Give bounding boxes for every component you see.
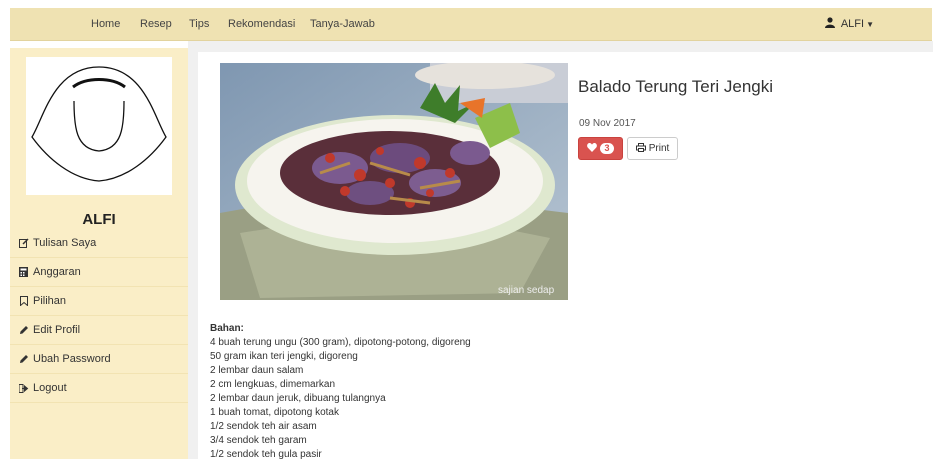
pencil-icon: [18, 325, 29, 335]
print-icon: [635, 142, 646, 155]
sidebar-item-edit-profil[interactable]: Edit Profil: [10, 316, 188, 345]
edit-icon: [18, 238, 29, 248]
print-button[interactable]: Print: [627, 137, 678, 160]
ingredient-line: 1/2 sendok teh gula pasir: [210, 449, 322, 459]
nav-resep[interactable]: Resep: [140, 18, 172, 30]
ingredient-line: 2 cm lengkuas, dimemarkan: [210, 379, 336, 390]
sidebar-menu: Tulisan Saya Anggaran Pilihan Edit Profi…: [10, 229, 188, 403]
sidebar-item-label: Anggaran: [33, 266, 81, 278]
profile-name: ALFI: [82, 211, 116, 228]
recipe-photo: sajian sedap: [220, 63, 568, 300]
avatar: [26, 57, 172, 195]
nav-rekomendasi[interactable]: Rekomendasi: [228, 18, 295, 30]
top-navbar: Home Resep Tips Rekomendasi Tanya-Jawab …: [10, 8, 932, 41]
ingredient-line: 1 buah tomat, dipotong kotak: [210, 407, 339, 418]
user-menu-label: ALFI: [840, 18, 865, 30]
recipe-title: Balado Terung Teri Jengki: [578, 77, 774, 96]
recipe-date: 09 Nov 2017: [579, 118, 636, 129]
ingredient-line: 3/4 sendok teh garam: [210, 435, 307, 446]
heart-icon: [587, 142, 598, 155]
sidebar-item-label: Tulisan Saya: [33, 237, 97, 249]
sidebar-item-ubah-password[interactable]: Ubah Password: [10, 345, 188, 374]
pencil-icon: [18, 354, 29, 364]
sidebar-item-tulisan-saya[interactable]: Tulisan Saya: [10, 229, 188, 258]
nav-tips[interactable]: Tips: [189, 18, 209, 30]
ingredient-line: 1/2 sendok teh air asam: [210, 421, 317, 432]
nav-tanya-jawab[interactable]: Tanya-Jawab: [310, 18, 375, 30]
calculator-icon: [18, 267, 29, 277]
like-count-badge: 3: [600, 143, 614, 154]
sidebar-item-logout[interactable]: Logout: [10, 374, 188, 403]
user-icon: [824, 17, 835, 31]
sidebar-item-label: Ubah Password: [33, 353, 111, 365]
sidebar-item-label: Logout: [33, 382, 67, 394]
ingredient-line: 2 lembar daun jeruk, dibuang tulangnya: [210, 393, 386, 404]
print-label: Print: [648, 143, 670, 154]
sidebar-item-pilihan[interactable]: Pilihan: [10, 287, 188, 316]
ingredients-heading: Bahan:: [210, 323, 244, 334]
sidebar-item-label: Edit Profil: [33, 324, 81, 336]
like-button[interactable]: 3: [578, 137, 623, 160]
ingredient-line: 2 lembar daun salam: [210, 365, 304, 376]
sidebar: ALFI Tulisan Saya Anggaran Pilihan Edit …: [10, 48, 188, 459]
ingredient-line: 4 buah terung ungu (300 gram), dipotong-…: [210, 337, 471, 348]
ingredient-line: 50 gram ikan teri jengki, digoreng: [210, 351, 358, 362]
nav-home[interactable]: Home: [91, 18, 120, 30]
bookmark-icon: [18, 296, 29, 306]
caret-down-icon: ▼: [866, 19, 874, 29]
logout-icon: [18, 383, 29, 393]
sidebar-item-anggaran[interactable]: Anggaran: [10, 258, 188, 287]
sidebar-item-label: Pilihan: [33, 295, 67, 307]
ingredients-section: Bahan: 4 buah terung ungu (300 gram), di…: [210, 322, 471, 459]
user-menu[interactable]: ALFI ▼: [824, 17, 874, 31]
photo-watermark: sajian sedap: [498, 285, 555, 296]
